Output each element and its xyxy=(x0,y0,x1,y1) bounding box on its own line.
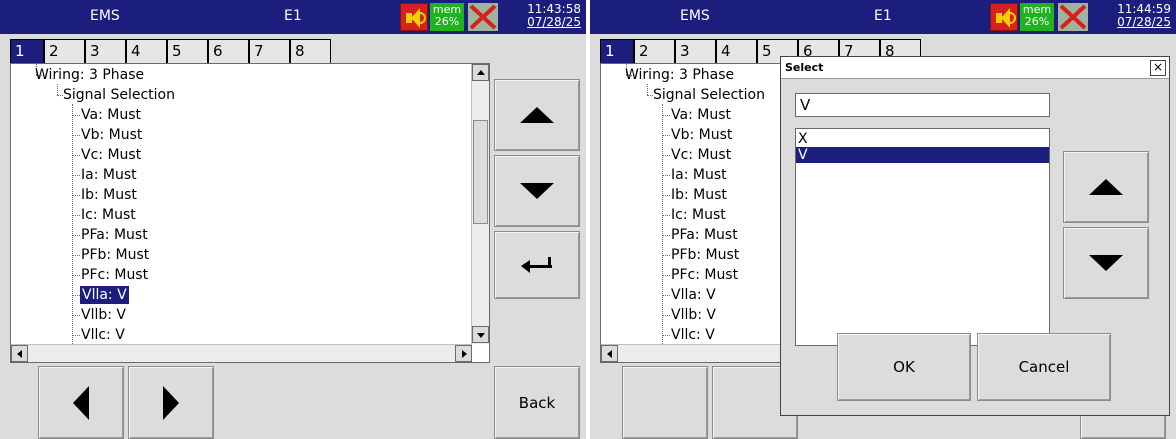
option-x[interactable]: X xyxy=(796,131,1049,147)
ok-button[interactable]: OK xyxy=(837,333,971,401)
tab-1[interactable]: 1 xyxy=(10,39,44,63)
back-label: Back xyxy=(518,393,556,412)
move-up-button[interactable] xyxy=(494,79,580,151)
tree-item-signal-selection[interactable]: Signal Selection xyxy=(63,86,175,104)
no-media-card-icon[interactable] xyxy=(468,3,498,31)
enter-icon xyxy=(521,257,553,273)
back-button[interactable]: Back xyxy=(494,366,580,439)
tree-item-vc[interactable]: Vc: Must xyxy=(81,146,141,164)
title-bar: EMS E1 mem 26% 11:44:59 07/28/25 xyxy=(590,0,1176,34)
tab-5[interactable]: 5 xyxy=(167,39,208,63)
tree-item-pfb[interactable]: PFb: Must xyxy=(671,246,739,264)
tree-item-wiring[interactable]: Wiring: 3 Phase xyxy=(625,66,734,84)
scroll-left-button[interactable] xyxy=(601,345,618,362)
previous-button[interactable] xyxy=(38,366,124,439)
config-tree[interactable]: Wiring: 3 Phase Signal Selection Va: Mus… xyxy=(10,63,490,363)
close-icon[interactable]: × xyxy=(1150,60,1166,76)
app-title: EMS xyxy=(90,8,120,24)
memory-value: 26% xyxy=(1024,15,1050,28)
right-arrow-icon xyxy=(163,385,179,420)
tab-4[interactable]: 4 xyxy=(716,39,757,63)
memory-value: 26% xyxy=(434,15,460,28)
move-down-button[interactable] xyxy=(494,155,580,227)
tree-item-vb[interactable]: Vb: Must xyxy=(81,126,142,144)
down-arrow-icon xyxy=(1089,255,1123,271)
cancel-label: Cancel xyxy=(1018,358,1070,376)
tab-4[interactable]: 4 xyxy=(126,39,167,63)
tree-item-vllb[interactable]: Vllb: V xyxy=(671,306,716,324)
tab-1[interactable]: 1 xyxy=(600,39,634,63)
vertical-scrollbar[interactable] xyxy=(471,64,489,344)
next-button[interactable] xyxy=(128,366,214,439)
alarm-speaker-icon[interactable] xyxy=(400,3,428,31)
tree-item-ia[interactable]: Ia: Must xyxy=(671,166,727,184)
down-arrow-icon xyxy=(520,183,554,199)
tree-item-pfc[interactable]: PFc: Must xyxy=(671,266,738,284)
previous-button[interactable] xyxy=(622,366,708,439)
option-v-selected[interactable]: V xyxy=(796,147,1049,163)
up-arrow-icon xyxy=(520,107,554,123)
tab-3[interactable]: 3 xyxy=(85,39,126,63)
tree-item-vb[interactable]: Vb: Must xyxy=(671,126,732,144)
memory-indicator[interactable]: mem 26% xyxy=(1020,3,1054,31)
tree-item-ib[interactable]: Ib: Must xyxy=(671,186,727,204)
tab-3[interactable]: 3 xyxy=(675,39,716,63)
tree-item-va[interactable]: Va: Must xyxy=(671,106,731,124)
up-arrow-icon xyxy=(1089,179,1123,195)
tab-2[interactable]: 2 xyxy=(44,39,85,63)
tab-2[interactable]: 2 xyxy=(634,39,675,63)
tree-item-pfa[interactable]: PFa: Must xyxy=(671,226,738,244)
cancel-button[interactable]: Cancel xyxy=(977,333,1111,401)
screen-left: EMS E1 mem 26% 11:43:58 07/28/25 1 2 3 4… xyxy=(0,0,586,439)
dialog-title: Select xyxy=(781,57,1169,79)
tree-item-ic[interactable]: Ic: Must xyxy=(81,206,136,224)
tree-item-vllb[interactable]: Vllb: V xyxy=(81,306,126,324)
scroll-left-button[interactable] xyxy=(11,345,28,362)
tree-item-wiring[interactable]: Wiring: 3 Phase xyxy=(35,66,144,84)
tree-item-ia[interactable]: Ia: Must xyxy=(81,166,137,184)
tab-7[interactable]: 7 xyxy=(249,39,290,63)
tree-item-pfb[interactable]: PFb: Must xyxy=(81,246,149,264)
tree-item-vc[interactable]: Vc: Must xyxy=(671,146,731,164)
clock: 11:43:58 07/28/25 xyxy=(506,3,584,31)
scroll-right-button[interactable] xyxy=(455,345,472,362)
tree-item-vlla-selected[interactable]: Vlla: V xyxy=(80,286,129,304)
clock-date: 07/28/25 xyxy=(1117,15,1171,29)
scroll-down-button[interactable] xyxy=(472,326,489,343)
memory-indicator[interactable]: mem 26% xyxy=(430,3,464,31)
tab-6[interactable]: 6 xyxy=(208,39,249,63)
tree-item-pfa[interactable]: PFa: Must xyxy=(81,226,148,244)
horizontal-scrollbar[interactable] xyxy=(11,344,472,362)
screen-right: EMS E1 mem 26% 11:44:59 07/28/25 1 2 3 4… xyxy=(590,0,1176,439)
clock-date: 07/28/25 xyxy=(527,15,581,29)
left-arrow-icon xyxy=(73,385,89,420)
tree-item-pfc[interactable]: PFc: Must xyxy=(81,266,148,284)
select-dialog: Select × V X V OK Cancel xyxy=(780,56,1170,416)
app-title: EMS xyxy=(680,8,710,24)
option-up-button[interactable] xyxy=(1063,151,1149,223)
tree-item-va[interactable]: Va: Must xyxy=(81,106,141,124)
ok-label: OK xyxy=(893,358,915,376)
tree-item-vllc[interactable]: Vllc: V xyxy=(81,326,125,344)
scroll-thumb[interactable] xyxy=(473,120,488,224)
tab-8[interactable]: 8 xyxy=(290,39,331,63)
option-down-button[interactable] xyxy=(1063,227,1149,299)
enter-button[interactable] xyxy=(494,231,580,299)
clock: 11:44:59 07/28/25 xyxy=(1096,3,1174,31)
tree-item-signal-selection[interactable]: Signal Selection xyxy=(653,86,765,104)
tree-item-ib[interactable]: Ib: Must xyxy=(81,186,137,204)
scroll-up-button[interactable] xyxy=(472,64,489,81)
select-options-list[interactable]: X V xyxy=(795,128,1050,346)
select-value-field[interactable]: V xyxy=(795,93,1050,117)
tree-item-ic[interactable]: Ic: Must xyxy=(671,206,726,224)
unit-title: E1 xyxy=(284,8,302,24)
alarm-speaker-icon[interactable] xyxy=(990,3,1018,31)
tree-item-vlla[interactable]: Vlla: V xyxy=(671,286,716,304)
tree-item-vllc[interactable]: Vllc: V xyxy=(671,326,715,344)
no-media-card-icon[interactable] xyxy=(1058,3,1088,31)
title-bar: EMS E1 mem 26% 11:43:58 07/28/25 xyxy=(0,0,586,34)
unit-title: E1 xyxy=(874,8,892,24)
